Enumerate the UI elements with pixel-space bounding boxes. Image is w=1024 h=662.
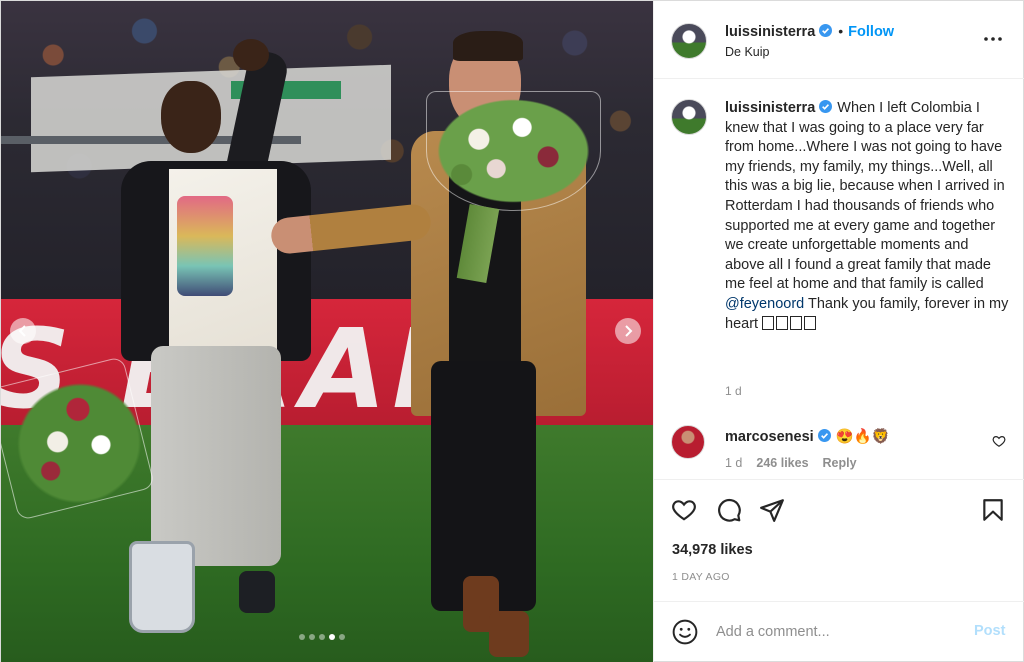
carousel-dot bbox=[299, 634, 305, 640]
post-side-panel: luissinisterra • Follow De Kuip luissinist… bbox=[653, 1, 1024, 662]
chevron-left-icon bbox=[18, 325, 26, 337]
comment-button[interactable] bbox=[715, 496, 743, 524]
player-two-shoe-right bbox=[489, 611, 529, 657]
verified-badge-icon bbox=[817, 429, 831, 442]
comment-reply-button[interactable]: Reply bbox=[823, 456, 857, 470]
bouquet-held-high bbox=[426, 91, 601, 211]
comment: marcosenesi 😍🔥🦁 bbox=[725, 428, 985, 445]
comment-input[interactable] bbox=[716, 620, 956, 644]
author-avatar[interactable] bbox=[671, 23, 707, 59]
follow-button[interactable]: Follow bbox=[848, 24, 894, 40]
post-caption: luissinisterra When I left Colombia I kne… bbox=[725, 99, 1010, 334]
author-username[interactable]: luissinisterra bbox=[725, 24, 815, 40]
comment-text: 😍🔥🦁 bbox=[835, 429, 890, 445]
more-options-icon bbox=[984, 37, 1002, 41]
caption-username[interactable]: luissinisterra bbox=[725, 100, 815, 116]
post-comment-button[interactable]: Post bbox=[974, 623, 1005, 639]
player-two-trousers bbox=[431, 361, 536, 611]
player-one-walking-boot bbox=[129, 541, 195, 633]
player-one-shirt-print bbox=[177, 196, 233, 296]
carousel-next-button[interactable] bbox=[615, 318, 641, 344]
player-two-hair bbox=[453, 31, 523, 61]
author-line: luissinisterra • Follow bbox=[725, 23, 894, 41]
comment-meta: 1 d 246 likes Reply bbox=[725, 456, 871, 470]
heart-icon bbox=[672, 500, 696, 521]
chevron-right-icon bbox=[625, 325, 633, 337]
commenter-username[interactable]: marcosenesi bbox=[725, 429, 814, 445]
comment-likes[interactable]: 246 likes bbox=[756, 456, 808, 470]
share-button[interactable] bbox=[758, 496, 786, 524]
player-one-head bbox=[161, 81, 221, 153]
comment-icon bbox=[718, 498, 741, 522]
verified-badge-icon bbox=[819, 24, 833, 37]
caption-timestamp[interactable]: 1 d bbox=[725, 384, 742, 398]
post-header: luissinisterra • Follow De Kuip bbox=[654, 1, 1024, 79]
comment-timestamp[interactable]: 1 d bbox=[725, 456, 742, 470]
carousel-dot bbox=[319, 634, 325, 640]
post-date[interactable]: 1 DAY AGO bbox=[672, 571, 730, 583]
post-photo[interactable]: S BRAM bbox=[1, 1, 653, 662]
share-icon bbox=[760, 499, 784, 522]
player-one-fist bbox=[233, 39, 269, 71]
save-button[interactable] bbox=[979, 496, 1007, 524]
player-one-sneaker bbox=[239, 571, 275, 613]
carousel-prev-button[interactable] bbox=[10, 318, 36, 344]
player-one-trousers bbox=[151, 346, 281, 566]
more-options-button[interactable] bbox=[981, 27, 1005, 51]
add-comment-bar: Post bbox=[654, 601, 1024, 662]
post-location[interactable]: De Kuip bbox=[725, 45, 769, 59]
caption-avatar[interactable] bbox=[671, 99, 707, 135]
header-separator: • bbox=[838, 23, 844, 39]
emoji-icon[interactable] bbox=[672, 619, 698, 645]
post-actions: 34,978 likes 1 DAY AGO bbox=[654, 479, 1024, 601]
caption-text: When I left Colombia I knew that I was g… bbox=[725, 100, 1005, 293]
carousel-dot-active bbox=[329, 634, 335, 640]
likes-count[interactable]: 34,978 likes bbox=[672, 542, 753, 558]
caption-mention-link[interactable]: @feyenoord bbox=[725, 296, 804, 312]
caption-emoji-hearts bbox=[762, 315, 818, 332]
comments-section: luissinisterra When I left Colombia I kne… bbox=[654, 79, 1024, 479]
like-button[interactable] bbox=[670, 496, 698, 524]
bookmark-icon bbox=[983, 499, 1003, 521]
small-heart-icon[interactable] bbox=[992, 434, 1006, 448]
carousel-dot bbox=[309, 634, 315, 640]
carousel-dot bbox=[339, 634, 345, 640]
instagram-post-window: S BRAM bbox=[0, 0, 1024, 662]
verified-badge-icon bbox=[819, 100, 833, 113]
carousel-indicator bbox=[299, 634, 345, 640]
commenter-avatar[interactable] bbox=[671, 425, 705, 459]
